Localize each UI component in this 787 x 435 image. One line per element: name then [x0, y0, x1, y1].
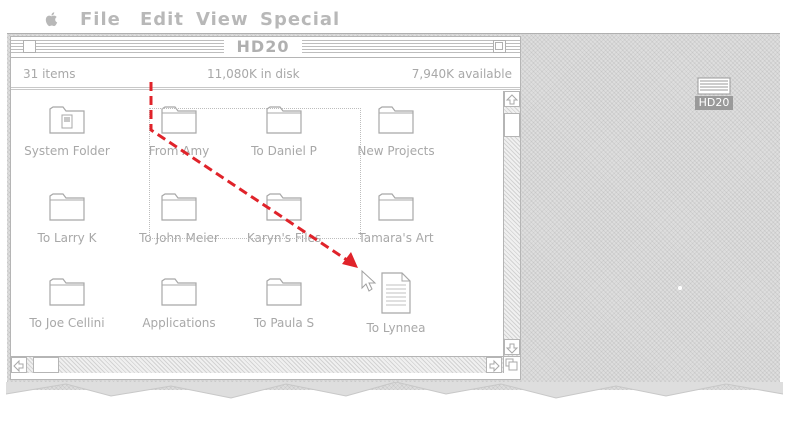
drag-annotation	[149, 82, 377, 292]
mouse-pointer-icon	[361, 269, 377, 292]
torn-edge	[6, 382, 783, 399]
drag-path-arrow	[149, 82, 351, 264]
